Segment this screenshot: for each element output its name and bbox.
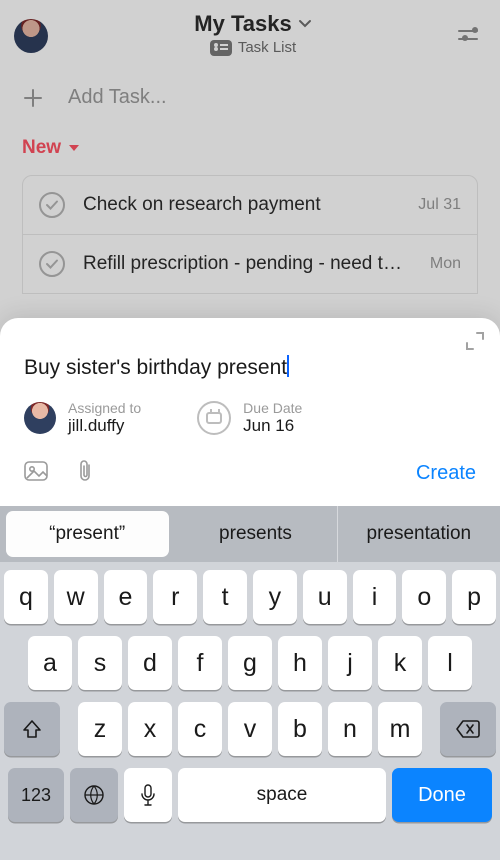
key-v[interactable]: v (228, 702, 272, 756)
space-key[interactable]: space (178, 768, 386, 822)
due-date-label: Due Date (243, 400, 302, 416)
keyboard-row-1: q w e r t y u i o p (4, 570, 496, 624)
key-l[interactable]: l (428, 636, 472, 690)
assignee-value: jill.duffy (68, 416, 141, 436)
due-date-value: Jun 16 (243, 416, 302, 436)
keyboard-row-2: a s d f g h j k l (4, 636, 496, 690)
key-j[interactable]: j (328, 636, 372, 690)
globe-key[interactable] (70, 768, 118, 822)
keyboard-suggestions: present presents presentation (0, 506, 500, 562)
key-g[interactable]: g (228, 636, 272, 690)
quick-add-input[interactable]: Buy sister's birthday present (0, 318, 500, 386)
key-c[interactable]: c (178, 702, 222, 756)
keyboard-row-3: z x c v b n m (4, 702, 496, 756)
dictation-key[interactable] (124, 768, 172, 822)
done-key[interactable]: Done (392, 768, 492, 822)
key-b[interactable]: b (278, 702, 322, 756)
assignee-label: Assigned to (68, 400, 141, 416)
add-image-icon[interactable] (24, 459, 52, 488)
suggestion-item[interactable]: presentation (338, 506, 500, 562)
ios-keyboard: present presents presentation q w e r t … (0, 506, 500, 860)
keyboard-row-bottom: 123 space Done (4, 768, 496, 822)
key-f[interactable]: f (178, 636, 222, 690)
key-y[interactable]: y (253, 570, 297, 624)
key-i[interactable]: i (353, 570, 397, 624)
key-q[interactable]: q (4, 570, 48, 624)
calendar-icon (197, 401, 231, 435)
key-n[interactable]: n (328, 702, 372, 756)
suggestion-item[interactable]: present (6, 511, 169, 557)
text-cursor (287, 355, 289, 377)
key-e[interactable]: e (104, 570, 148, 624)
create-button[interactable]: Create (416, 462, 476, 485)
key-p[interactable]: p (452, 570, 496, 624)
key-d[interactable]: d (128, 636, 172, 690)
due-date-field[interactable]: Due Date Jun 16 (197, 400, 302, 436)
key-m[interactable]: m (378, 702, 422, 756)
shift-key[interactable] (4, 702, 60, 756)
key-k[interactable]: k (378, 636, 422, 690)
quick-add-sheet: Buy sister's birthday present Assigned t… (0, 318, 500, 507)
key-h[interactable]: h (278, 636, 322, 690)
quick-add-text: Buy sister's birthday present (24, 356, 287, 380)
key-x[interactable]: x (128, 702, 172, 756)
key-r[interactable]: r (153, 570, 197, 624)
expand-icon[interactable] (464, 330, 486, 357)
key-u[interactable]: u (303, 570, 347, 624)
key-o[interactable]: o (402, 570, 446, 624)
assignee-field[interactable]: Assigned to jill.duffy (24, 400, 141, 436)
suggestion-item[interactable]: presents (174, 506, 337, 562)
backspace-key[interactable] (440, 702, 496, 756)
assignee-avatar (24, 402, 56, 434)
key-z[interactable]: z (78, 702, 122, 756)
key-s[interactable]: s (78, 636, 122, 690)
key-a[interactable]: a (28, 636, 72, 690)
attach-icon[interactable] (76, 458, 94, 489)
key-t[interactable]: t (203, 570, 247, 624)
numbers-key[interactable]: 123 (8, 768, 64, 822)
key-w[interactable]: w (54, 570, 98, 624)
